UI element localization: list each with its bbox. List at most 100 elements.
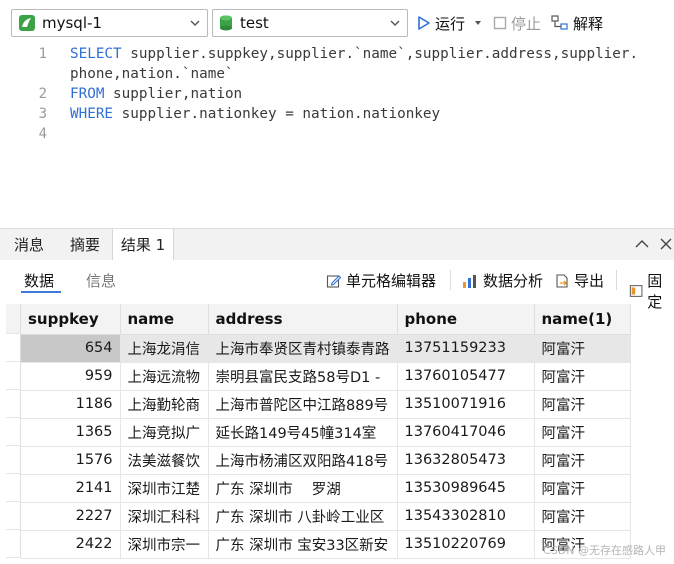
table-row[interactable]: 1186 上海勤轮商 上海市普陀区中江路889号 13510071916 阿富汗 (21, 390, 631, 419)
table-row[interactable]: 1576 法美滋餐饮 上海市杨浦区双阳路418号 13632805473 阿富汗 (21, 446, 631, 475)
table-row[interactable]: 2422 深圳市宗一 广东 深圳市 宝安33区新安 13510220769 阿富… (21, 530, 631, 559)
result-table: suppkey name address phone name(1) 654 上… (21, 304, 631, 559)
sql-keyword: SELECT (70, 46, 122, 62)
export-icon (556, 273, 568, 288)
toolbar: mysql-1 test 运行 停止 解释 (0, 0, 674, 46)
table-cell[interactable]: 2227 (21, 502, 121, 531)
table-cell[interactable]: 阿富汗 (534, 418, 631, 447)
table-cell[interactable]: 上海龙涓信 (120, 334, 209, 363)
table-cell[interactable]: 阿富汗 (534, 446, 631, 475)
tab-result-1[interactable]: 结果 1 (112, 229, 174, 261)
subtab-info[interactable]: 信息 (86, 270, 116, 291)
column-header-address[interactable]: address (208, 304, 398, 335)
table-cell[interactable]: 法美滋餐饮 (120, 446, 209, 475)
table-cell[interactable]: 959 (21, 362, 121, 391)
active-tab-indicator (21, 291, 61, 293)
table-cell[interactable]: 深圳市江楚 (120, 474, 209, 503)
table-cell[interactable]: 上海远流物 (120, 362, 209, 391)
sql-editor[interactable]: 1 2 3 4 SELECT supplier.suppkey,supplier… (0, 46, 674, 226)
column-header-name[interactable]: name (120, 304, 209, 335)
table-cell[interactable]: 广东 深圳市 八卦岭工业区 (208, 502, 398, 531)
database-select[interactable]: test (212, 9, 408, 37)
data-analysis-label: 数据分析 (483, 272, 544, 290)
table-cell[interactable]: 13760417046 (397, 418, 535, 447)
row-header[interactable] (6, 418, 21, 446)
code-line-3: WHERE supplier.nationkey = nation.nation… (70, 106, 440, 122)
line-number: 4 (38, 126, 47, 142)
table-cell[interactable]: 延长路149号45幢314室 (208, 418, 398, 447)
table-cell[interactable]: 2141 (21, 474, 121, 503)
explain-icon (551, 15, 568, 30)
table-row[interactable]: 1365 上海竞拟广 延长路149号45幢314室 13760417046 阿富… (21, 418, 631, 447)
chevron-down-icon (390, 20, 400, 26)
run-label: 运行 (435, 14, 466, 33)
table-cell[interactable]: 上海市奉贤区青村镇泰青路 (208, 334, 398, 363)
table-cell[interactable]: 阿富汗 (534, 390, 631, 419)
row-header[interactable] (6, 502, 21, 530)
divider (616, 270, 617, 290)
table-cell[interactable]: 崇明县富民支路58号D1 - (208, 362, 398, 391)
table-cell[interactable]: 广东 深圳市 宝安33区新安 (208, 530, 398, 559)
table-cell[interactable]: 1365 (21, 418, 121, 447)
cell-editor-button[interactable]: 单元格编辑器 (326, 270, 436, 291)
column-header-name-1[interactable]: name(1) (534, 304, 631, 335)
table-row[interactable]: 2227 深圳汇科科 广东 深圳市 八卦岭工业区 13543302810 阿富汗 (21, 502, 631, 531)
table-cell[interactable]: 13510071916 (397, 390, 535, 419)
sql-text: phone,nation.`name` (70, 66, 234, 82)
table-cell[interactable]: 上海市普陀区中江路889号 (208, 390, 398, 419)
table-row[interactable]: 2141 深圳市江楚 广东 深圳市 罗湖 13530989645 阿富汗 (21, 474, 631, 503)
explain-button[interactable]: 解释 (551, 12, 603, 34)
table-cell[interactable]: 1186 (21, 390, 121, 419)
table-cell[interactable]: 2422 (21, 530, 121, 559)
row-header[interactable] (6, 446, 21, 474)
stop-label: 停止 (511, 14, 542, 33)
table-cell[interactable]: 上海勤轮商 (120, 390, 209, 419)
row-header[interactable] (6, 362, 21, 390)
table-cell[interactable]: 13760105477 (397, 362, 535, 391)
database-icon (220, 15, 232, 31)
run-button[interactable]: 运行 (417, 12, 487, 34)
close-icon[interactable] (658, 237, 674, 251)
tab-messages[interactable]: 消息 (0, 229, 58, 261)
stop-button[interactable]: 停止 (493, 12, 541, 34)
table-cell[interactable]: 1576 (21, 446, 121, 475)
table-cell[interactable]: 13632805473 (397, 446, 535, 475)
table-cell[interactable]: 13751159233 (397, 334, 535, 363)
run-dropdown-icon[interactable] (473, 19, 483, 27)
table-cell[interactable]: 上海竞拟广 (120, 418, 209, 447)
table-cell[interactable]: 上海市杨浦区双阳路418号 (208, 446, 398, 475)
table-cell[interactable]: 13543302810 (397, 502, 535, 531)
row-header[interactable] (6, 530, 21, 558)
cell-editor-label: 单元格编辑器 (346, 272, 437, 290)
table-cell[interactable]: 深圳市宗一 (120, 530, 209, 559)
column-header-suppkey[interactable]: suppkey (21, 304, 121, 335)
table-header-row: suppkey name address phone name(1) (21, 304, 631, 335)
explain-label: 解释 (573, 14, 604, 33)
result-grid: suppkey name address phone name(1) 654 上… (6, 304, 674, 564)
row-header[interactable] (6, 474, 21, 502)
subtab-data[interactable]: 数据 (24, 270, 54, 291)
table-cell[interactable]: 13530989645 (397, 474, 535, 503)
sql-text: supplier,nation (104, 86, 243, 102)
table-cell[interactable]: 阿富汗 (534, 474, 631, 503)
column-header-phone[interactable]: phone (397, 304, 535, 335)
tab-summary[interactable]: 摘要 (58, 229, 112, 261)
collapse-up-icon[interactable] (634, 237, 650, 251)
data-analysis-button[interactable]: 数据分析 (462, 270, 543, 291)
table-cell[interactable]: 深圳汇科科 (120, 502, 209, 531)
table-row[interactable]: 959 上海远流物 崇明县富民支路58号D1 - 13760105477 阿富汗 (21, 362, 631, 391)
table-cell[interactable]: 广东 深圳市 罗湖 (208, 474, 398, 503)
table-cell[interactable]: 阿富汗 (534, 334, 631, 363)
table-cell[interactable]: 阿富汗 (534, 362, 631, 391)
row-header[interactable] (6, 390, 21, 418)
line-gutter: 1 2 3 4 (0, 46, 58, 226)
table-cell[interactable]: 阿富汗 (534, 502, 631, 531)
connection-select[interactable]: mysql-1 (11, 9, 208, 37)
row-header[interactable] (6, 334, 21, 362)
table-cell[interactable]: 654 (21, 334, 121, 363)
table-row[interactable]: 654 上海龙涓信 上海市奉贤区青村镇泰青路 13751159233 阿富汗 (21, 334, 631, 363)
divider (450, 270, 451, 290)
table-cell[interactable]: 13510220769 (397, 530, 535, 559)
sql-text: supplier.nationkey = nation.nationkey (113, 106, 441, 122)
export-button[interactable]: 导出 (554, 270, 604, 291)
